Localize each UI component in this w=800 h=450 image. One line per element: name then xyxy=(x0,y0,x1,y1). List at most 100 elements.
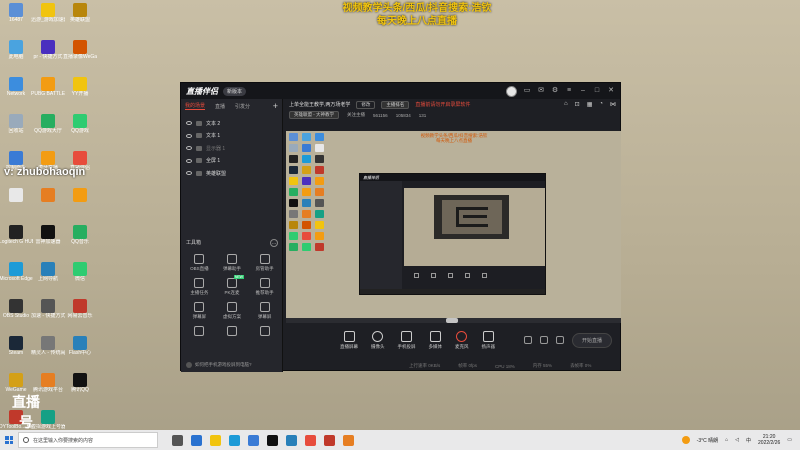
category-pill[interactable]: 英雄联盟 - 大神教学 xyxy=(289,111,339,119)
speaker-button[interactable]: 扬声器 xyxy=(482,330,495,350)
bell-icon[interactable]: ◔ xyxy=(599,101,603,108)
desktop-shortcut[interactable]: 腾讯QQ xyxy=(64,370,96,404)
add-source-icon[interactable]: + xyxy=(273,101,278,111)
network-icon[interactable]: ⌂ xyxy=(725,437,728,443)
taskbar-app-icon[interactable] xyxy=(286,434,297,446)
ranking-button[interactable]: 主播排名 xyxy=(381,100,410,109)
desktop-shortcut[interactable]: 英雄联盟 xyxy=(64,0,96,34)
toolbox-item[interactable]: 弹幕助手 xyxy=(216,254,249,272)
desktop-shortcut[interactable]: YY开播 xyxy=(64,74,96,108)
desktop-shortcut[interactable]: 加速 - 快捷方式 xyxy=(31,296,65,330)
taskbar-app-icon[interactable] xyxy=(172,434,183,446)
media-button[interactable]: 多媒体 xyxy=(429,330,442,350)
taskbar-search[interactable]: 在这里输入你要搜索的内容 xyxy=(18,432,158,448)
camera-button[interactable]: 摄像头 xyxy=(371,330,385,350)
source-item[interactable]: 英雄联盟 xyxy=(181,167,282,180)
toolbox-item[interactable]: 主播任务 xyxy=(183,278,216,296)
visibility-eye-icon[interactable] xyxy=(186,146,192,151)
desktop-shortcut[interactable]: 雷神加速器 xyxy=(32,222,64,256)
modify-title-button[interactable]: 修改 xyxy=(356,100,376,109)
gift-icon[interactable]: ⌂ xyxy=(564,101,568,108)
settings-icon[interactable]: ⚙ xyxy=(551,87,559,95)
desktop-shortcut[interactable]: OBS Studio xyxy=(0,296,32,330)
record-icon[interactable] xyxy=(523,336,532,344)
lock-icon[interactable]: ⊡ xyxy=(575,101,580,108)
maximize-icon[interactable]: □ xyxy=(593,87,601,95)
close-icon[interactable]: ✕ xyxy=(607,87,615,95)
taskbar-app-icon[interactable] xyxy=(248,434,259,446)
toolbox-item[interactable]: NEW PK连麦 xyxy=(216,275,249,296)
source-item[interactable]: 文本 1 xyxy=(181,130,282,143)
taskbar-app-icon[interactable] xyxy=(324,434,335,446)
toolbox-item[interactable] xyxy=(248,326,281,338)
desktop-shortcut[interactable]: PUBG BATTLEGR... xyxy=(31,74,65,108)
share-icon[interactable]: ⋈ xyxy=(610,101,616,108)
toolbox-item[interactable] xyxy=(183,326,216,338)
gear-icon[interactable] xyxy=(555,336,564,344)
toolbox-item[interactable]: 虚拟方案 xyxy=(216,302,249,320)
desktop-shortcut[interactable] xyxy=(32,185,64,219)
desktop-shortcut[interactable]: 上网导航 xyxy=(32,259,64,293)
taskbar-app-icon[interactable] xyxy=(343,434,354,446)
desktop-shortcut[interactable]: QQ音乐 xyxy=(64,222,96,256)
cast-help-link[interactable]: 如何把手机游戏投屏到电脑? xyxy=(186,362,252,368)
more-tools-icon[interactable]: … xyxy=(270,239,278,247)
screen-button[interactable]: 直播屏幕 xyxy=(340,330,358,350)
source-item[interactable]: 文本 2 xyxy=(181,117,282,130)
toolbox-item[interactable]: 弹幕屏 xyxy=(248,302,281,320)
notification-icon[interactable]: ▭ xyxy=(787,437,792,443)
visibility-eye-icon[interactable] xyxy=(186,133,192,138)
visibility-eye-icon[interactable] xyxy=(186,121,192,126)
toolbox-item[interactable]: 推荐助手 xyxy=(248,278,281,296)
toolbox-item[interactable]: OBS直播 xyxy=(183,254,216,272)
taskbar-app-icon[interactable] xyxy=(305,434,316,446)
taskbar-app-icon[interactable] xyxy=(191,434,202,446)
clock[interactable]: 21:20 2022/2/26 xyxy=(758,434,780,446)
minimize-icon[interactable]: – xyxy=(579,87,587,95)
mic-button[interactable]: 麦克风 xyxy=(455,330,469,350)
desktop-shortcut[interactable] xyxy=(64,185,96,219)
source-item[interactable]: 显示器 1 xyxy=(181,142,282,155)
desktop-shortcut[interactable]: Network xyxy=(0,74,32,108)
taskbar-app-icon[interactable] xyxy=(229,434,240,446)
desktop-shortcut[interactable]: 此电脑 xyxy=(0,37,32,71)
eye-icon[interactable] xyxy=(539,336,548,344)
desktop-shortcut[interactable]: 直播录像WeGame xyxy=(63,37,97,71)
desktop-shortcut[interactable]: Steam xyxy=(0,333,32,367)
menu-icon[interactable]: ≡ xyxy=(565,87,573,95)
desktop-shortcut[interactable] xyxy=(0,185,32,219)
desktop-shortcut[interactable]: Flash中心 xyxy=(64,333,96,367)
visibility-eye-icon[interactable] xyxy=(186,171,192,176)
avatar[interactable] xyxy=(506,85,517,97)
desktop-shortcut[interactable]: 迅游_游戏加速器 xyxy=(31,0,65,34)
taskbar-app-icon[interactable] xyxy=(267,434,278,446)
version-badge[interactable]: 新版本 xyxy=(223,86,247,96)
ime-indicator[interactable]: 中 xyxy=(746,437,751,444)
start-live-button[interactable]: 开始直播 xyxy=(571,332,612,348)
weather-text[interactable]: -3°C 晴朗 xyxy=(697,437,718,444)
volume-icon[interactable]: ◁ xyxy=(735,437,739,443)
desktop-shortcut[interactable]: 16487 xyxy=(0,0,32,34)
start-button[interactable] xyxy=(0,430,18,450)
grid-icon[interactable]: ▦ xyxy=(587,101,593,108)
tv-icon[interactable]: ▭ xyxy=(523,87,531,95)
desktop-shortcut[interactable]: pr - 快捷方式 xyxy=(32,37,64,71)
visibility-eye-icon[interactable] xyxy=(186,158,192,163)
desktop-shortcut[interactable]: Microsoft Edge xyxy=(0,259,33,293)
desktop-shortcut[interactable]: 微信 xyxy=(64,259,96,293)
weather-icon[interactable] xyxy=(681,436,690,444)
toolbox-item[interactable] xyxy=(216,326,249,338)
taskbar-app-icon[interactable] xyxy=(210,434,221,446)
desktop-shortcut[interactable]: 精灵人 - 传统闹钟 xyxy=(31,333,65,367)
source-item[interactable]: 全屏 1 xyxy=(181,155,282,168)
stream-preview[interactable]: 视频教学头条/西瓜/抖音搜索:浩钦 每天晚上八点直播 直播伴侣 xyxy=(286,131,621,318)
desktop-shortcut[interactable]: QQ游戏大厅 xyxy=(32,111,64,145)
tab-live[interactable]: 直播 xyxy=(215,103,225,110)
desktop-shortcut[interactable]: 回收站 xyxy=(0,111,32,145)
tab-third[interactable]: 引发分 xyxy=(235,103,250,110)
desktop-shortcut[interactable]: QQ游戏 xyxy=(64,111,96,145)
tab-my-scenes[interactable]: 我的场景 xyxy=(185,102,206,110)
message-icon[interactable]: ✉ xyxy=(537,87,545,95)
toolbox-item[interactable]: 弹幕屏 xyxy=(183,302,216,320)
toolbox-item[interactable]: 房管助手 xyxy=(248,254,281,272)
